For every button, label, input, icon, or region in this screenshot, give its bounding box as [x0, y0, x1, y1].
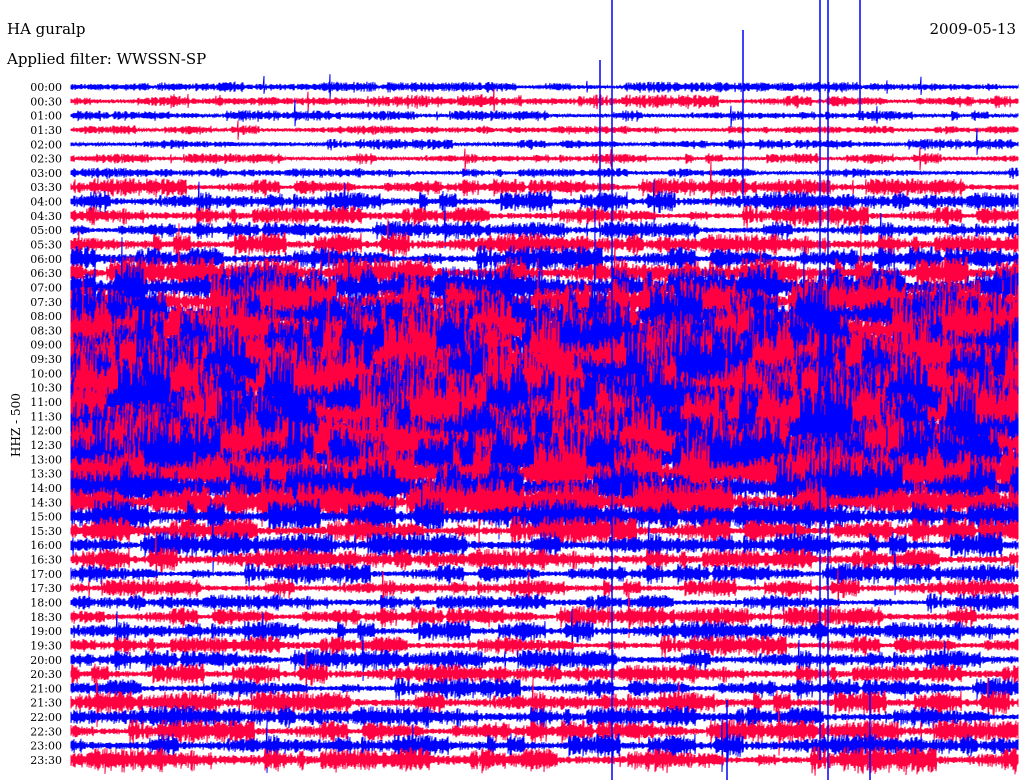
row-label: 07:00: [30, 281, 62, 294]
row-label: 04:00: [30, 196, 62, 209]
row-label: 17:30: [30, 582, 62, 595]
row-label: 23:00: [30, 740, 62, 753]
trace-0030: [70, 88, 1019, 113]
trace-1800: [70, 593, 1019, 614]
row-label: 01:30: [30, 124, 62, 137]
trace-2330: [70, 746, 1019, 776]
row-label: 20:00: [30, 654, 62, 667]
row-label: 08:30: [30, 324, 62, 337]
row-label: 06:00: [30, 253, 62, 266]
row-label: 06:30: [30, 267, 62, 280]
row-label: 16:00: [30, 539, 62, 552]
row-label: 11:00: [30, 396, 62, 409]
row-label: 23:30: [30, 754, 62, 767]
row-label: 05:00: [30, 224, 62, 237]
row-label: 12:00: [30, 425, 62, 438]
row-label: 21:00: [30, 682, 62, 695]
row-label: 17:00: [30, 568, 62, 581]
row-label: 05:30: [30, 239, 62, 252]
trace-0130: [70, 120, 1019, 140]
row-label: 21:30: [30, 697, 62, 710]
row-label: 03:30: [30, 181, 62, 194]
row-label: 04:30: [30, 210, 62, 223]
row-label: 22:30: [30, 725, 62, 738]
row-label: 01:00: [30, 110, 62, 123]
row-label: 18:30: [30, 611, 62, 624]
row-label: 03:00: [30, 167, 62, 180]
row-label: 15:00: [30, 511, 62, 524]
trace-0000: [70, 74, 1019, 99]
row-label: 20:30: [30, 668, 62, 681]
row-label: 09:00: [30, 339, 62, 352]
row-label: 09:30: [30, 353, 62, 366]
row-label: 00:30: [30, 95, 62, 108]
helicorder-plot: 00:0000:30 01:0001:3002:00 02:3003:0003:30…: [30, 0, 1019, 780]
row-label: 13:00: [30, 453, 62, 466]
row-label: 16:30: [30, 554, 62, 567]
y-axis-label: HHZ - 500: [9, 393, 23, 457]
trace-0300: [70, 167, 1019, 180]
row-label: 15:30: [30, 525, 62, 538]
row-label: 11:30: [30, 410, 62, 423]
row-label: 02:00: [30, 138, 62, 151]
row-label: 14:30: [30, 496, 62, 509]
row-label: 18:00: [30, 596, 62, 609]
row-label: 19:30: [30, 639, 62, 652]
row-label: 02:30: [30, 153, 62, 166]
row-label: 10:30: [30, 382, 62, 395]
row-label: 13:30: [30, 468, 62, 481]
row-label: 07:30: [30, 296, 62, 309]
row-label: 12:30: [30, 439, 62, 452]
trace-0230: [70, 147, 1019, 171]
row-label: 19:00: [30, 625, 62, 638]
row-label: 14:00: [30, 482, 62, 495]
row-label: 08:00: [30, 310, 62, 323]
trace-0200: [70, 128, 1019, 155]
row-label: 22:00: [30, 711, 62, 724]
row-label: 10:00: [30, 367, 62, 380]
row-label: 00:00: [30, 81, 62, 94]
